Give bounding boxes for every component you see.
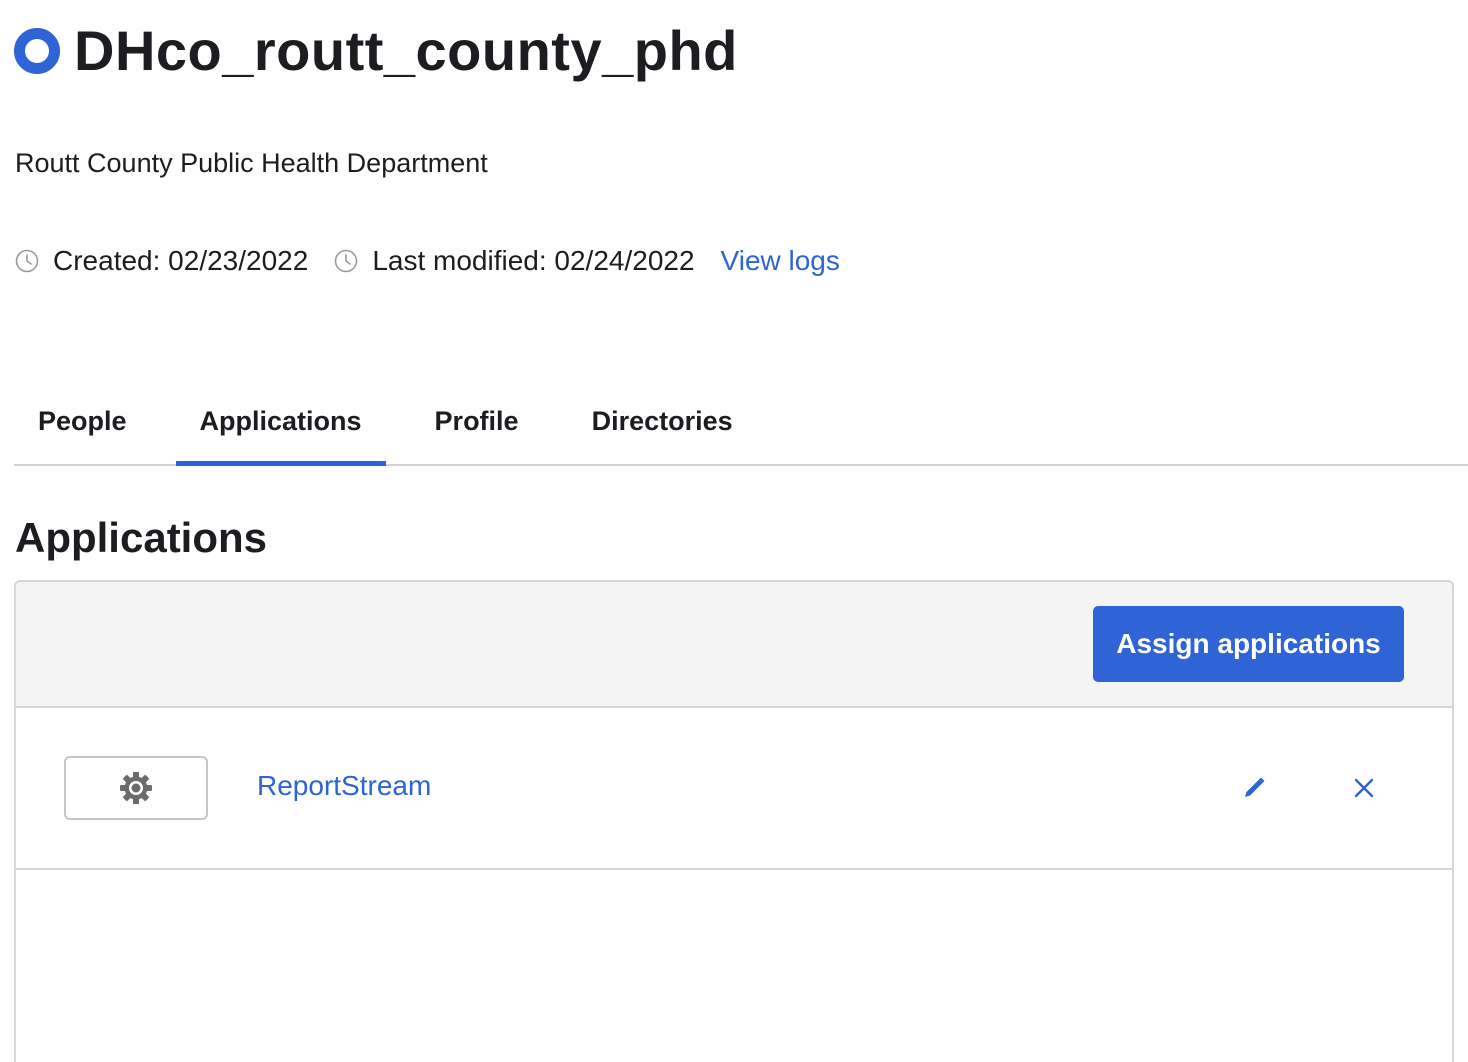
- tab-directories[interactable]: Directories: [568, 392, 757, 464]
- clock-icon: [15, 249, 39, 273]
- tab-people[interactable]: People: [14, 392, 151, 464]
- section-title: Applications: [15, 514, 268, 561]
- created-date: Created: 02/23/2022: [53, 245, 309, 276]
- list-item: ReportStream: [16, 708, 1452, 870]
- edit-button[interactable]: [1236, 770, 1272, 806]
- panel-toolbar: Assign applications: [16, 582, 1452, 708]
- pencil-icon: [1245, 777, 1265, 797]
- group-description: Routt County Public Health Department: [15, 148, 488, 178]
- page-title: DHco_routt_county_phd: [74, 19, 738, 82]
- app-logo: [64, 756, 208, 820]
- meta-row: Created: 02/23/2022 Last modified: 02/24…: [15, 242, 840, 280]
- last-modified-date: Last modified: 02/24/2022: [372, 245, 695, 276]
- page-header: DHco_routt_county_phd: [14, 18, 738, 84]
- group-icon: [14, 28, 60, 74]
- close-icon: [1354, 778, 1374, 798]
- tab-applications[interactable]: Applications: [175, 392, 386, 466]
- clock-icon: [335, 249, 358, 273]
- applications-panel: Assign applications ReportStream: [14, 580, 1454, 1062]
- gear-icon: [120, 772, 152, 804]
- group-page: DHco_routt_county_phd Routt County Publi…: [0, 0, 1468, 1062]
- tab-bar: People Applications Profile Directories: [14, 392, 1468, 466]
- remove-button[interactable]: [1346, 770, 1382, 806]
- app-name-link[interactable]: ReportStream: [257, 770, 431, 802]
- assign-applications-button[interactable]: Assign applications: [1093, 606, 1404, 682]
- view-logs-link[interactable]: View logs: [721, 245, 840, 277]
- tab-profile[interactable]: Profile: [411, 392, 543, 464]
